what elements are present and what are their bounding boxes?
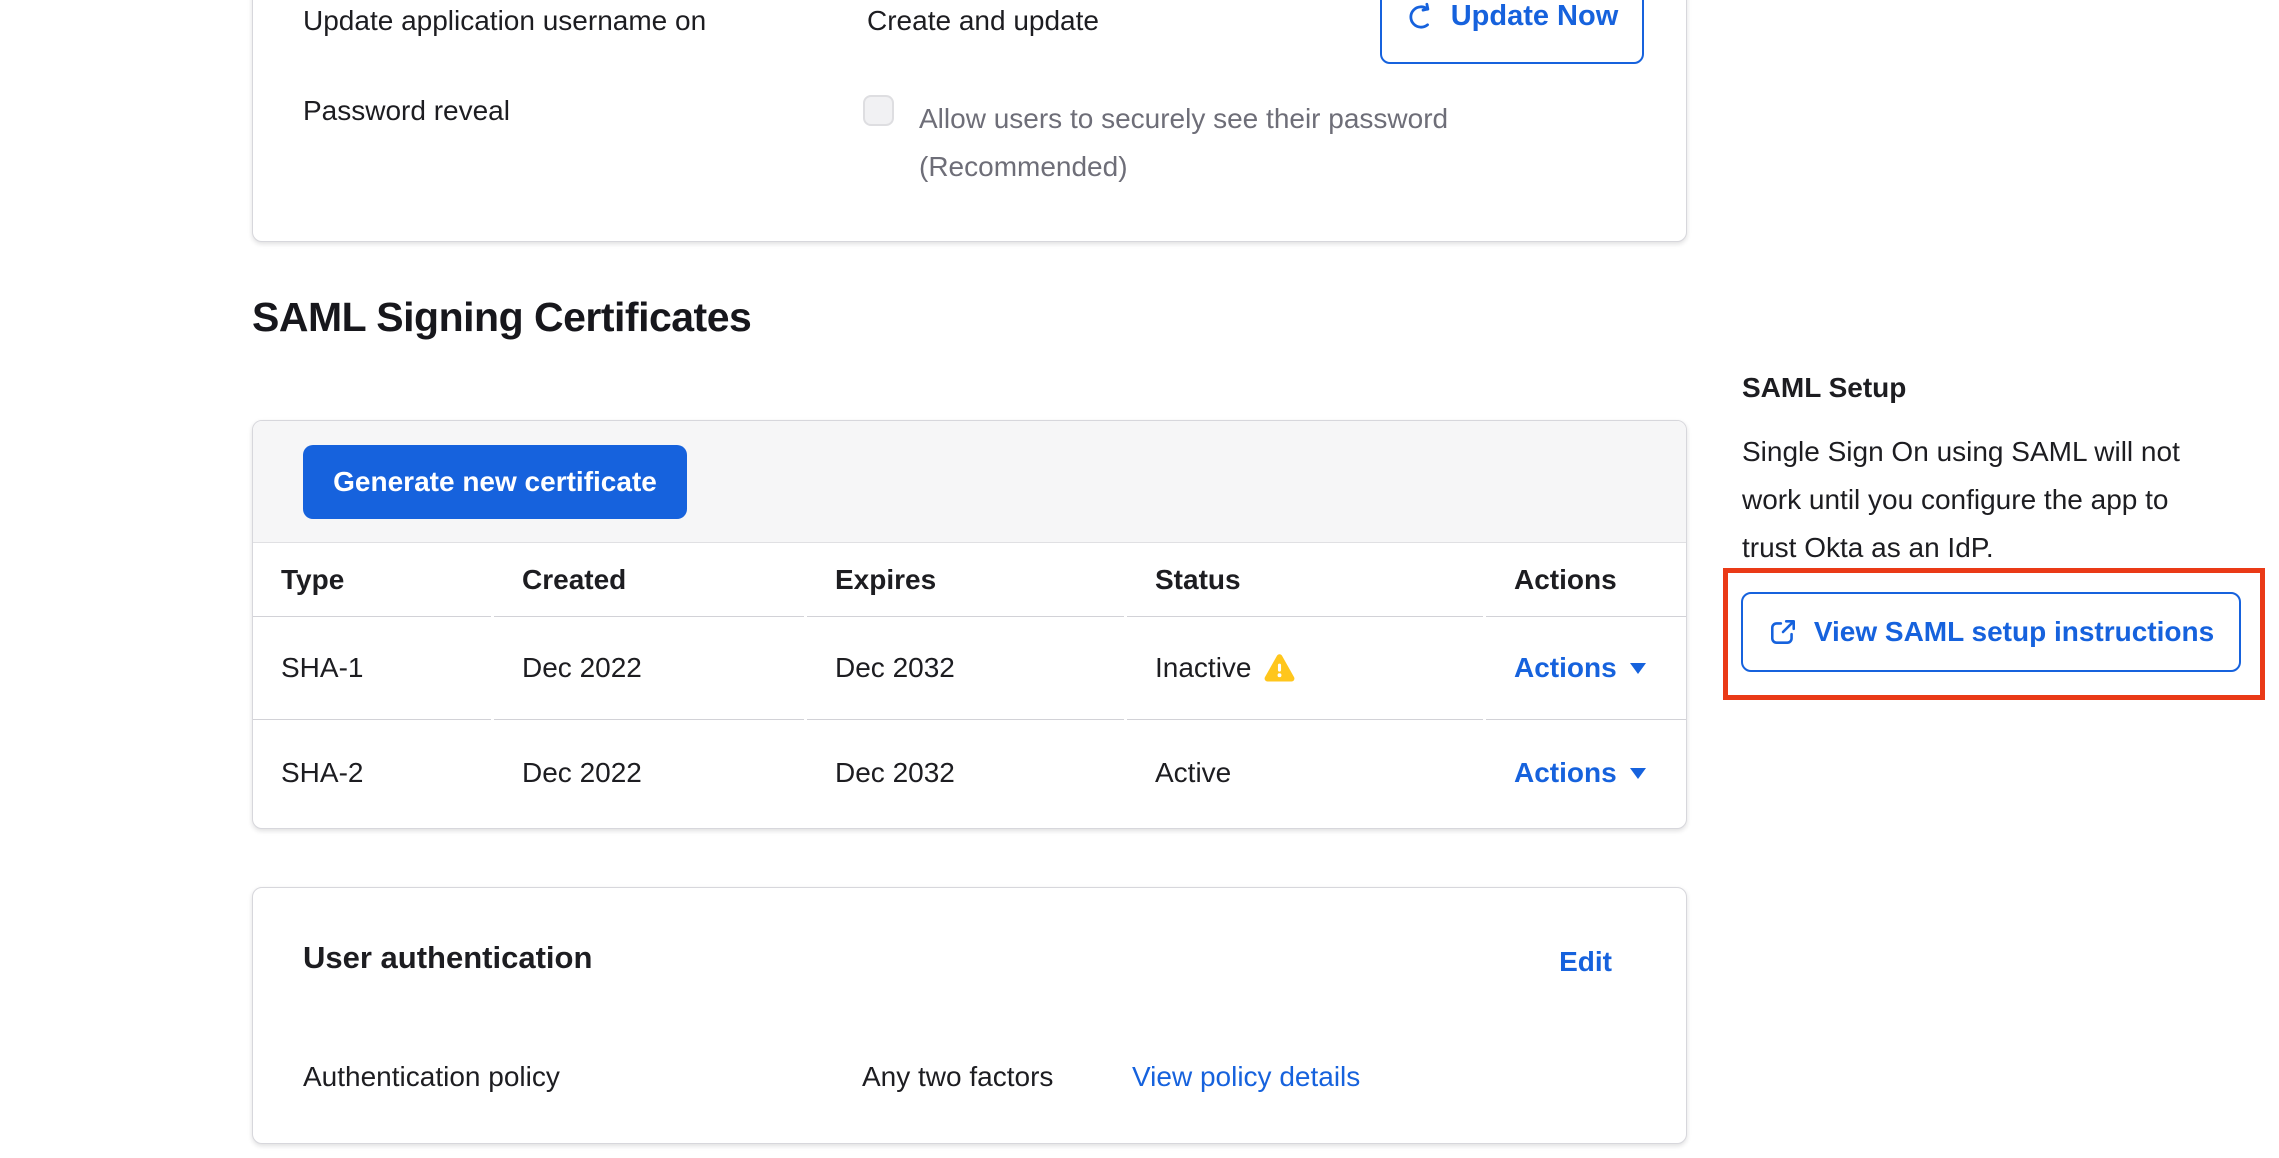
user-authentication-card: User authentication Edit Authentication …	[252, 887, 1687, 1144]
column-header-type: Type	[253, 543, 491, 617]
generate-certificate-button[interactable]: Generate new certificate	[303, 445, 687, 519]
cell-type: SHA-1	[253, 617, 491, 720]
status-text: Inactive	[1155, 652, 1252, 684]
caret-down-icon	[1630, 768, 1646, 779]
cell-actions: Actions	[1486, 720, 1686, 826]
status-text: Active	[1155, 757, 1231, 789]
saml-setup-description: Single Sign On using SAML will not work …	[1742, 428, 2220, 572]
sign-on-settings-card: Update application username on Create an…	[252, 0, 1687, 242]
update-now-label: Update Now	[1451, 0, 1619, 33]
checkbox-label-line2: (Recommended)	[919, 151, 1128, 182]
cell-created: Dec 2022	[494, 720, 804, 826]
table-header-row: Type Created Expires Status Actions	[253, 543, 1686, 617]
cell-status: Inactive	[1127, 617, 1483, 720]
cell-type: SHA-2	[253, 720, 491, 826]
user-authentication-heading: User authentication	[303, 940, 592, 976]
cell-expires: Dec 2032	[807, 617, 1124, 720]
page: Update application username on Create an…	[0, 0, 2279, 1158]
username-update-value: Create and update	[867, 5, 1099, 37]
table-row: SHA-2 Dec 2022 Dec 2032 Active Actions	[253, 720, 1686, 826]
page-title: SAML Signing Certificates	[252, 294, 751, 341]
actions-label: Actions	[1514, 652, 1617, 684]
view-saml-setup-label: View SAML setup instructions	[1814, 616, 2214, 648]
actions-menu-button[interactable]: Actions	[1514, 757, 1646, 789]
actions-menu-button[interactable]: Actions	[1514, 652, 1646, 684]
external-link-icon	[1768, 617, 1798, 647]
cell-actions: Actions	[1486, 617, 1686, 720]
refresh-icon	[1406, 2, 1436, 32]
checkbox-label-line1: Allow users to securely see their passwo…	[919, 103, 1448, 134]
column-header-expires: Expires	[807, 543, 1124, 617]
update-now-button[interactable]: Update Now	[1380, 0, 1644, 64]
certificates-table: Type Created Expires Status Actions SHA-…	[253, 543, 1686, 826]
view-saml-setup-instructions-button[interactable]: View SAML setup instructions	[1741, 592, 2241, 672]
column-header-status: Status	[1127, 543, 1483, 617]
certificates-card: Generate new certificate Type Created Ex…	[252, 420, 1687, 829]
cell-created: Dec 2022	[494, 617, 804, 720]
cell-status: Active	[1127, 720, 1483, 826]
certificates-card-toolbar: Generate new certificate	[253, 421, 1686, 543]
caret-down-icon	[1630, 663, 1646, 674]
column-header-actions: Actions	[1486, 543, 1686, 617]
cell-expires: Dec 2032	[807, 720, 1124, 826]
actions-label: Actions	[1514, 757, 1617, 789]
username-update-label: Update application username on	[303, 5, 706, 37]
saml-setup-heading: SAML Setup	[1742, 372, 1906, 404]
column-header-created: Created	[494, 543, 804, 617]
authentication-policy-label: Authentication policy	[303, 1061, 560, 1093]
view-policy-details-link[interactable]: View policy details	[1132, 1061, 1360, 1093]
table-row: SHA-1 Dec 2022 Dec 2032 Inactive	[253, 617, 1686, 720]
password-reveal-label: Password reveal	[303, 95, 510, 127]
edit-link[interactable]: Edit	[1559, 946, 1612, 978]
password-reveal-checkbox-label: Allow users to securely see their passwo…	[919, 95, 1519, 191]
authentication-policy-value: Any two factors	[862, 1061, 1053, 1093]
password-reveal-checkbox[interactable]	[863, 95, 894, 126]
warning-icon	[1264, 653, 1295, 684]
